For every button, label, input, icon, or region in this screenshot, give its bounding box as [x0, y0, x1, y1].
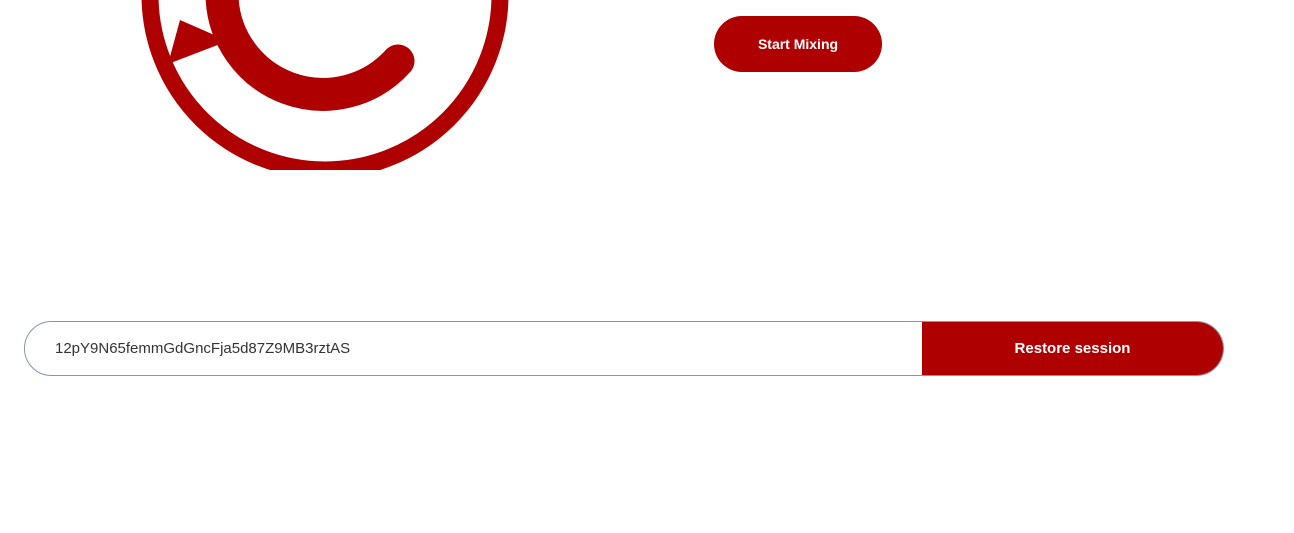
start-mixing-button[interactable]: Start Mixing	[714, 16, 882, 72]
logo-inner-arc	[205, 0, 415, 111]
session-code-input[interactable]	[25, 322, 922, 375]
page: Start Mixing Restore session	[0, 0, 1294, 533]
mixer-logo-icon	[141, 0, 509, 170]
restore-session-form: Restore session	[24, 321, 1224, 376]
restore-session-button[interactable]: Restore session	[922, 322, 1223, 375]
